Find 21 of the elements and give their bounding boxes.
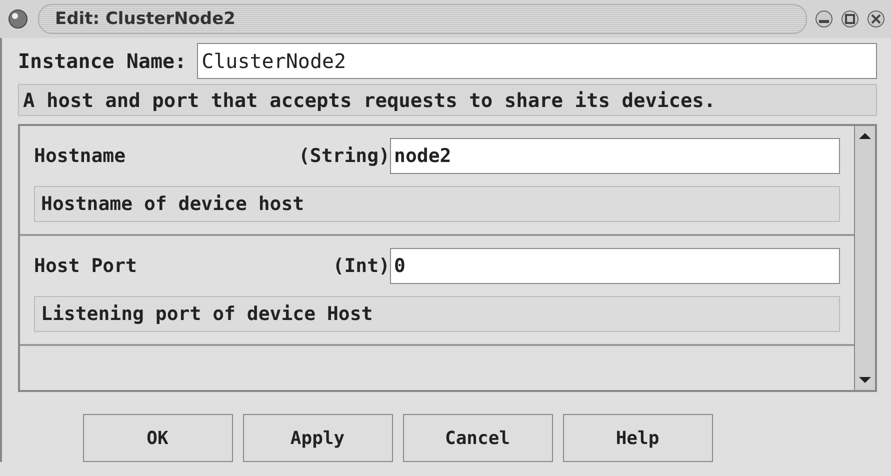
dialog-button[interactable]: Cancel [402,414,552,462]
property-help: Listening port of device Host [34,296,840,332]
scrollbar[interactable] [854,126,875,390]
input-field[interactable]: node2 [390,138,840,174]
minimize-icon[interactable] [815,10,833,28]
window-menu-icon[interactable] [6,7,30,31]
input-field[interactable]: 0 [390,248,840,284]
property-name: Hostname [34,145,127,167]
dialog-button[interactable]: Apply [242,414,392,462]
property-type: (String) [298,145,390,167]
maximize-icon[interactable] [841,10,859,28]
property-type: (Int) [332,255,390,277]
description-text: A host and port that accepts requests to share its devices. [18,84,877,116]
property-name: Host Port [34,255,138,277]
dialog-button[interactable]: Help [562,414,712,462]
close-icon[interactable] [867,10,885,28]
input-field[interactable]: ClusterNode2 [196,43,877,79]
instance-name-label: Instance Name: [18,49,187,73]
window-title: Edit: ClusterNode2 [55,9,236,29]
dialog-button[interactable]: OK [82,414,232,462]
property-help: Hostname of device host [34,186,840,222]
